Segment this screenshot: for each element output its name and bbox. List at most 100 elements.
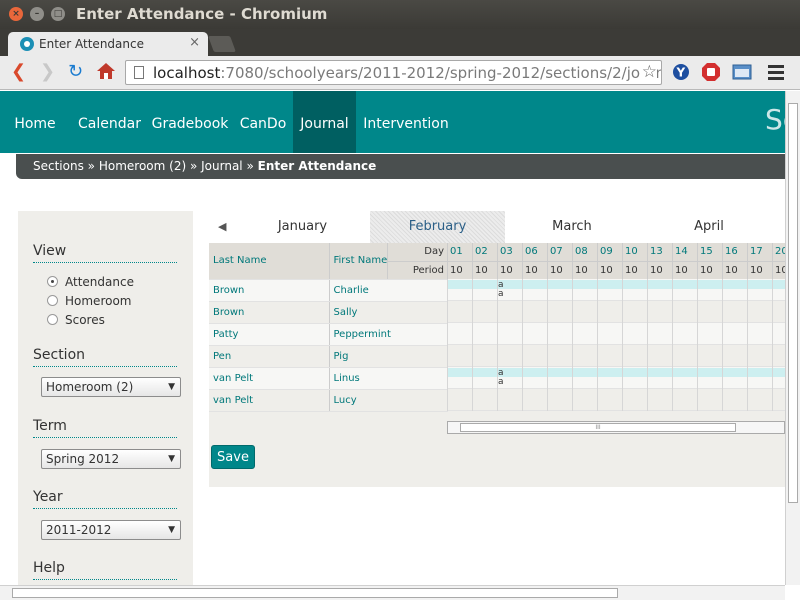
attendance-row[interactable]: aa: [447, 367, 785, 389]
breadcrumb-homeroom[interactable]: Homeroom (2): [99, 159, 186, 173]
period-header-cell[interactable]: 10: [772, 261, 785, 279]
first-name-cell[interactable]: Sally: [329, 301, 448, 324]
attendance-mark[interactable]: a: [498, 290, 504, 299]
day-header-cell[interactable]: 10: [622, 243, 647, 261]
page-vertical-scrollbar[interactable]: [785, 91, 800, 585]
first-name-cell[interactable]: Pig: [329, 345, 448, 368]
period-header-cell[interactable]: 10: [672, 261, 697, 279]
grid-column-divider: [672, 389, 673, 411]
grid-horizontal-scrollbar[interactable]: III: [447, 421, 785, 434]
day-header-cell[interactable]: 20: [772, 243, 785, 261]
period-header-cell[interactable]: 10: [472, 261, 497, 279]
month-tab-february[interactable]: February: [370, 211, 505, 243]
period-header-cell[interactable]: 10: [597, 261, 622, 279]
radio-scores[interactable]: Scores: [47, 313, 105, 327]
window-close-button[interactable]: ×: [9, 7, 23, 21]
period-header-cell[interactable]: 10: [572, 261, 597, 279]
period-header-cell[interactable]: 10: [522, 261, 547, 279]
extension-y-icon[interactable]: Y: [671, 62, 691, 82]
adblock-icon[interactable]: [701, 62, 721, 82]
term-heading: Term: [33, 418, 177, 438]
nav-journal[interactable]: Journal: [293, 91, 356, 153]
nav-gradebook[interactable]: Gradebook: [148, 91, 232, 153]
radio-dot[interactable]: [47, 295, 58, 306]
bookmark-star-icon[interactable]: ☆: [639, 62, 657, 82]
window-minimize-button[interactable]: –: [30, 7, 44, 21]
day-header-cell[interactable]: 02: [472, 243, 497, 261]
day-header-cell[interactable]: 03: [497, 243, 522, 261]
day-header-cell[interactable]: 17: [747, 243, 772, 261]
scrollbar-thumb[interactable]: [788, 103, 798, 503]
last-name-cell[interactable]: van Pelt: [209, 389, 330, 412]
period-header-cell[interactable]: 10: [747, 261, 772, 279]
chrome-menu-icon[interactable]: [768, 65, 784, 83]
day-header-cell[interactable]: 13: [647, 243, 672, 261]
radio-dot[interactable]: [47, 276, 58, 287]
address-bar[interactable]: localhost:7080/schoolyears/2011-2012/spr…: [125, 60, 662, 85]
first-name-cell[interactable]: Charlie: [329, 279, 448, 302]
nav-home[interactable]: Home: [0, 91, 70, 153]
attendance-row[interactable]: [447, 345, 785, 367]
last-name-cell[interactable]: Pen: [209, 345, 330, 368]
day-header-cell[interactable]: 16: [722, 243, 747, 261]
radio-dot[interactable]: [47, 314, 58, 325]
section-select[interactable]: Homeroom (2) ▼: [41, 377, 181, 397]
first-name-cell[interactable]: Linus: [329, 367, 448, 390]
tab-close-icon[interactable]: ×: [189, 35, 200, 50]
day-header-cell[interactable]: 08: [572, 243, 597, 261]
last-name-cell[interactable]: Brown: [209, 301, 330, 324]
period-header-cell[interactable]: 10: [447, 261, 472, 279]
scrollbar-thumb[interactable]: [12, 588, 618, 598]
month-tab-march[interactable]: March: [505, 211, 639, 243]
home-icon[interactable]: [96, 61, 116, 81]
day-header-cell[interactable]: 14: [672, 243, 697, 261]
attendance-mark[interactable]: a: [498, 378, 504, 387]
window-maximize-button[interactable]: □: [51, 7, 65, 21]
first-name-cell[interactable]: Lucy: [329, 389, 448, 412]
page-horizontal-scrollbar[interactable]: [0, 585, 785, 600]
new-tab-button[interactable]: [208, 36, 236, 52]
period-header-cell[interactable]: 10: [647, 261, 672, 279]
month-tab-april[interactable]: April: [639, 211, 779, 243]
address-url[interactable]: localhost:7080/schoolyears/2011-2012/spr…: [153, 64, 661, 82]
breadcrumb-sections[interactable]: Sections: [33, 159, 84, 173]
day-header-cell[interactable]: 01: [447, 243, 472, 261]
breadcrumb-journal[interactable]: Journal: [201, 159, 243, 173]
reload-icon[interactable]: ↻: [68, 62, 83, 82]
nav-calendar[interactable]: Calendar: [72, 91, 147, 153]
period-header-cell[interactable]: 10: [547, 261, 572, 279]
radio-attendance[interactable]: Attendance: [47, 275, 134, 289]
forward-arrow-icon[interactable]: ❯: [40, 62, 55, 82]
year-select[interactable]: 2011-2012 ▼: [41, 520, 181, 540]
scrollbar-thumb[interactable]: III: [460, 423, 736, 432]
nav-cando[interactable]: CanDo: [234, 91, 292, 153]
day-header-cell[interactable]: 09: [597, 243, 622, 261]
last-name-cell[interactable]: van Pelt: [209, 367, 330, 390]
column-header-last-name[interactable]: Last Name: [209, 243, 330, 280]
day-header-cell[interactable]: 07: [547, 243, 572, 261]
day-header-cell[interactable]: 06: [522, 243, 547, 261]
extension-window-icon[interactable]: [732, 62, 752, 82]
day-header-cell[interactable]: 15: [697, 243, 722, 261]
prev-month-icon[interactable]: ◀: [218, 211, 226, 243]
last-name-cell[interactable]: Brown: [209, 279, 330, 302]
month-tab-january[interactable]: January: [236, 211, 369, 243]
attendance-row[interactable]: aa: [447, 279, 785, 301]
back-arrow-icon[interactable]: ❮: [11, 62, 26, 82]
period-header-cell[interactable]: 10: [722, 261, 747, 279]
last-name-cell[interactable]: Patty: [209, 323, 330, 346]
nav-intervention[interactable]: Intervention: [358, 91, 454, 153]
first-name-cell[interactable]: Peppermint: [329, 323, 448, 346]
period-header-cell[interactable]: 10: [622, 261, 647, 279]
attendance-row[interactable]: [447, 389, 785, 411]
attendance-row[interactable]: [447, 323, 785, 345]
save-button[interactable]: Save: [211, 445, 255, 469]
period-header-cell[interactable]: 10: [697, 261, 722, 279]
attendance-row[interactable]: [447, 301, 785, 323]
grid-column-divider: [547, 301, 548, 323]
term-select[interactable]: Spring 2012 ▼: [41, 449, 181, 469]
radio-homeroom[interactable]: Homeroom: [47, 294, 131, 308]
year-heading: Year: [33, 489, 177, 509]
browser-tab[interactable]: Enter Attendance ×: [8, 32, 208, 56]
period-header-cell[interactable]: 10: [497, 261, 522, 279]
